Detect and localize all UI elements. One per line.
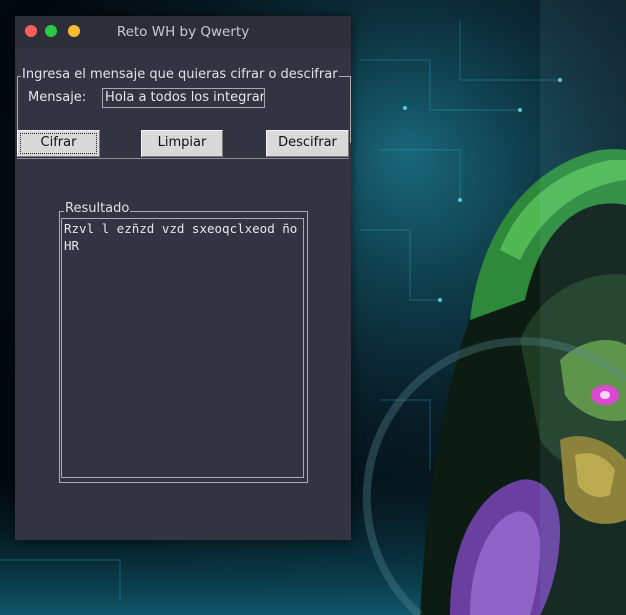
message-input[interactable]: Hola a todos los integrar	[102, 88, 265, 108]
result-textarea[interactable]: Rzvl l ezñzd vzd sxeoqclxeod ño HR	[61, 218, 304, 478]
title-bar[interactable]: Reto WH by Qwerty	[15, 16, 351, 48]
message-label: Mensaje:	[28, 90, 87, 105]
message-frame-legend: Ingresa el mensaje que quieras cifrar o …	[21, 67, 339, 83]
encrypt-button[interactable]: Cifrar	[17, 130, 100, 157]
app-window: Reto WH by Qwerty Ingresa el mensaje que…	[15, 16, 351, 540]
window-title: Reto WH by Qwerty	[116, 24, 250, 40]
result-frame-legend: Resultado	[64, 201, 131, 217]
clear-button[interactable]: Limpiar	[141, 130, 223, 157]
divider	[17, 158, 349, 159]
decrypt-button[interactable]: Descifrar	[266, 130, 349, 157]
